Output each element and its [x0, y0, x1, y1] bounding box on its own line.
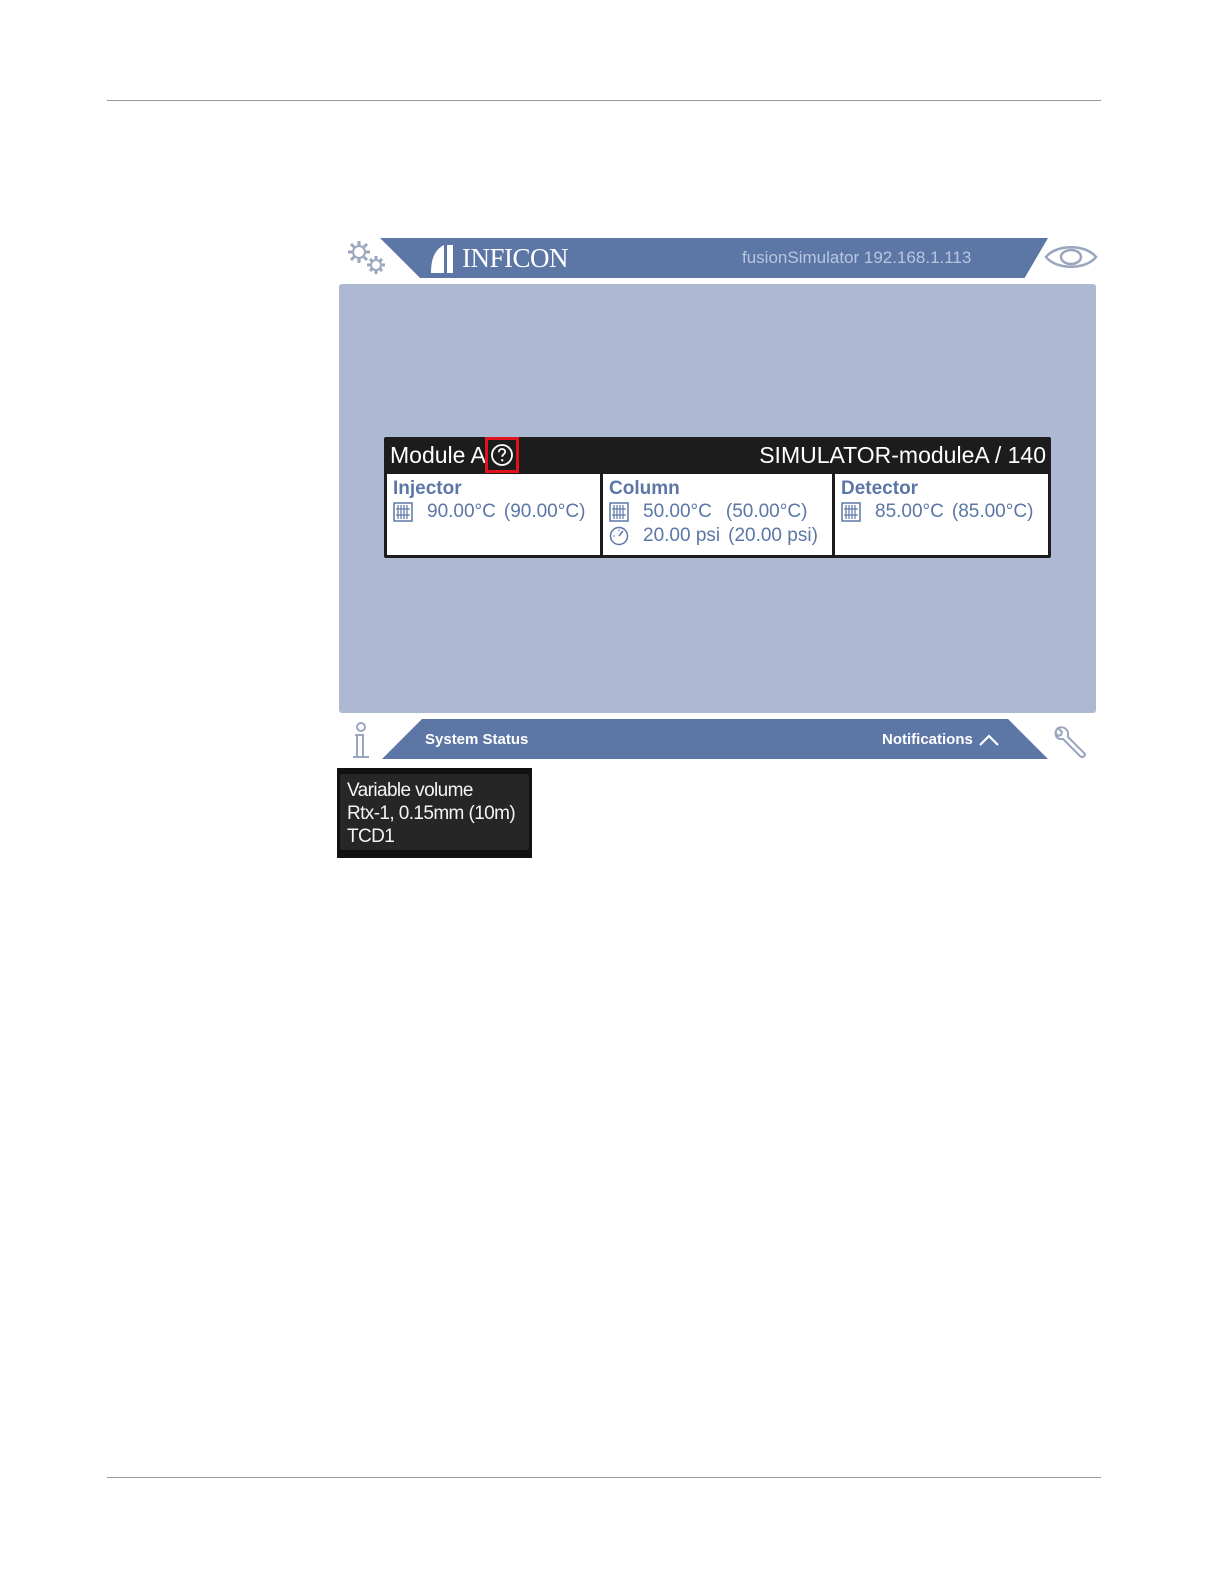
column-temp-setpoint: (50.00°C)	[725, 501, 808, 522]
tooltip-detector-type: TCD1	[347, 826, 395, 847]
detector-temp-actual: 85.00°C	[875, 501, 944, 522]
module-tooltip-inset: Variable volume Rtx-1, 0.15mm (10m) TCD1	[337, 768, 532, 858]
notifications-label: Notifications	[882, 731, 973, 748]
injector-temp-setpoint: (90.00°C)	[503, 501, 586, 522]
device-label: fusionSimulator 192.168.1.113	[742, 248, 972, 267]
column-pressure-setpoint: (20.00 psi)	[728, 525, 818, 546]
injector-temp-actual: 90.00°C	[427, 501, 496, 522]
module-tooltip: Variable volume Rtx-1, 0.15mm (10m) TCD1	[340, 774, 529, 850]
wrench-icon[interactable]	[1052, 724, 1088, 760]
tooltip-column-type: Rtx-1, 0.15mm (10m)	[347, 803, 516, 824]
detector-cell[interactable]: Detector 85.00°C (85.00°C)	[835, 474, 1048, 555]
injector-title: Injector	[393, 478, 462, 499]
tooltip-injector-type: Variable volume	[347, 780, 473, 801]
brand-name: INFICON	[462, 242, 569, 273]
view-eye-icon[interactable]	[1042, 240, 1100, 274]
detector-title: Detector	[841, 478, 919, 499]
page-bottom-rule	[107, 1477, 1101, 1478]
heater-icon	[393, 502, 413, 522]
module-id-label: SIMULATOR-moduleA / 140	[759, 442, 1046, 468]
column-pressure-row: 20.00 psi (20.00 psi)	[609, 524, 826, 548]
notifications-link[interactable]: Notifications	[882, 731, 1000, 748]
question-icon	[491, 444, 513, 466]
module-header: Module A SIMULATOR-moduleA / 140	[384, 437, 1051, 475]
inficon-logo: INFICON	[428, 240, 569, 276]
heater-icon	[609, 502, 629, 522]
system-status-link[interactable]: System Status	[425, 731, 528, 748]
detector-temp-row: 85.00°C (85.00°C)	[841, 500, 1042, 524]
chevron-up-icon	[979, 733, 999, 746]
settings-gear-icon[interactable]	[344, 237, 392, 279]
module-card[interactable]: Module A SIMULATOR-moduleA / 140 Injecto…	[384, 437, 1051, 558]
column-temp-row: 50.00°C (50.00°C)	[609, 500, 826, 524]
page-top-rule	[107, 100, 1101, 101]
module-name: Module A	[390, 442, 486, 468]
inficon-logo-icon	[431, 245, 453, 273]
injector-cell[interactable]: Injector 90.00°C (90.00°C)	[387, 474, 600, 555]
injector-temp-row: 90.00°C (90.00°C)	[393, 500, 594, 524]
heater-icon	[841, 502, 861, 522]
detector-temp-setpoint: (85.00°C)	[951, 501, 1034, 522]
pressure-gauge-icon	[609, 526, 629, 546]
info-icon[interactable]	[346, 722, 376, 760]
column-title: Column	[609, 478, 680, 499]
column-temp-actual: 50.00°C	[643, 501, 712, 522]
column-pressure-actual: 20.00 psi	[643, 525, 721, 546]
module-help-button[interactable]	[485, 437, 519, 473]
column-cell[interactable]: Column 50.00°C (50.00°C) 20.00 psi (20.0…	[603, 474, 832, 555]
